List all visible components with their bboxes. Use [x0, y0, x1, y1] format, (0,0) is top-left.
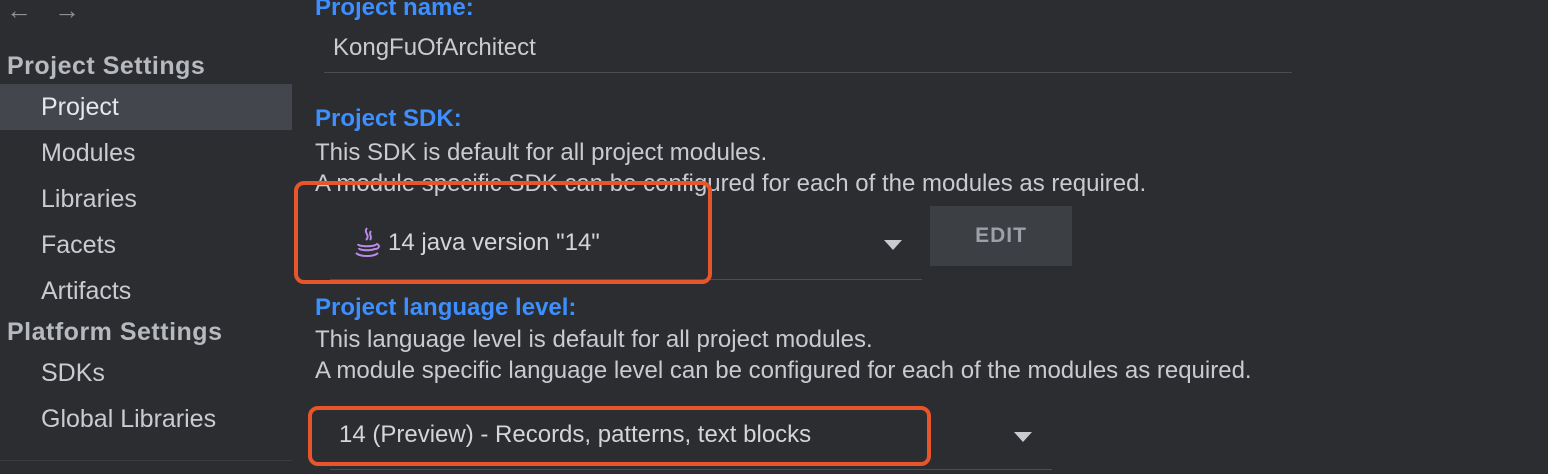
java-icon: [355, 227, 380, 257]
sidebar-item-label: Modules: [41, 139, 136, 167]
project-name-input[interactable]: [324, 25, 1292, 71]
sidebar-item-label: Facets: [41, 231, 117, 259]
forward-arrow-icon[interactable]: →: [54, 0, 80, 24]
chevron-down-icon: [1014, 431, 1032, 442]
sidebar-item-facets[interactable]: Facets: [0, 222, 292, 268]
project-name-label: Project name:: [315, 0, 474, 21]
sidebar-item-label: Project: [41, 93, 119, 121]
project-sdk-dropdown[interactable]: 14 java version "14": [330, 207, 922, 280]
sidebar-item-sdks[interactable]: SDKs: [0, 350, 292, 396]
sdk-description-line-2: A module specific SDK can be configured …: [315, 170, 1147, 197]
sidebar-item-libraries[interactable]: Libraries: [0, 176, 292, 222]
sidebar-divider: [0, 460, 292, 461]
sdk-description-line-1: This SDK is default for all project modu…: [315, 139, 768, 166]
project-name-field[interactable]: [324, 25, 1292, 73]
platform-settings-title: Platform Settings: [7, 318, 223, 346]
sdk-selected-value: 14 java version "14": [388, 229, 600, 256]
language-description-line-1: This language level is default for all p…: [315, 326, 873, 353]
sidebar-item-label: Libraries: [41, 185, 137, 213]
project-structure-window: ← → Project Settings Project Modules Lib…: [0, 0, 1548, 474]
sidebar-item-label: SDKs: [41, 359, 105, 387]
project-settings-panel: Project name: Project SDK: This SDK is d…: [292, 0, 1548, 474]
sidebar-item-project[interactable]: Project: [0, 84, 292, 130]
project-sdk-label: Project SDK:: [315, 105, 462, 132]
sidebar-item-artifacts[interactable]: Artifacts: [0, 268, 292, 314]
sidebar-item-global-libraries[interactable]: Global Libraries: [0, 396, 292, 442]
project-language-level-label: Project language level:: [315, 294, 577, 321]
language-level-dropdown[interactable]: 14 (Preview) - Records, patterns, text b…: [330, 400, 1052, 470]
edit-sdk-button[interactable]: EDIT: [930, 206, 1072, 266]
nav-arrows: ← →: [6, 0, 80, 24]
language-level-selected-value: 14 (Preview) - Records, patterns, text b…: [339, 420, 812, 448]
project-settings-title: Project Settings: [7, 52, 206, 80]
chevron-down-icon: [884, 240, 902, 250]
sidebar-item-label: Artifacts: [41, 277, 132, 305]
back-arrow-icon[interactable]: ←: [6, 0, 32, 24]
sidebar-item-modules[interactable]: Modules: [0, 130, 292, 176]
language-description-line-2: A module specific language level can be …: [315, 357, 1252, 384]
sidebar: ← → Project Settings Project Modules Lib…: [0, 0, 292, 474]
sidebar-item-label: Global Libraries: [41, 405, 217, 433]
